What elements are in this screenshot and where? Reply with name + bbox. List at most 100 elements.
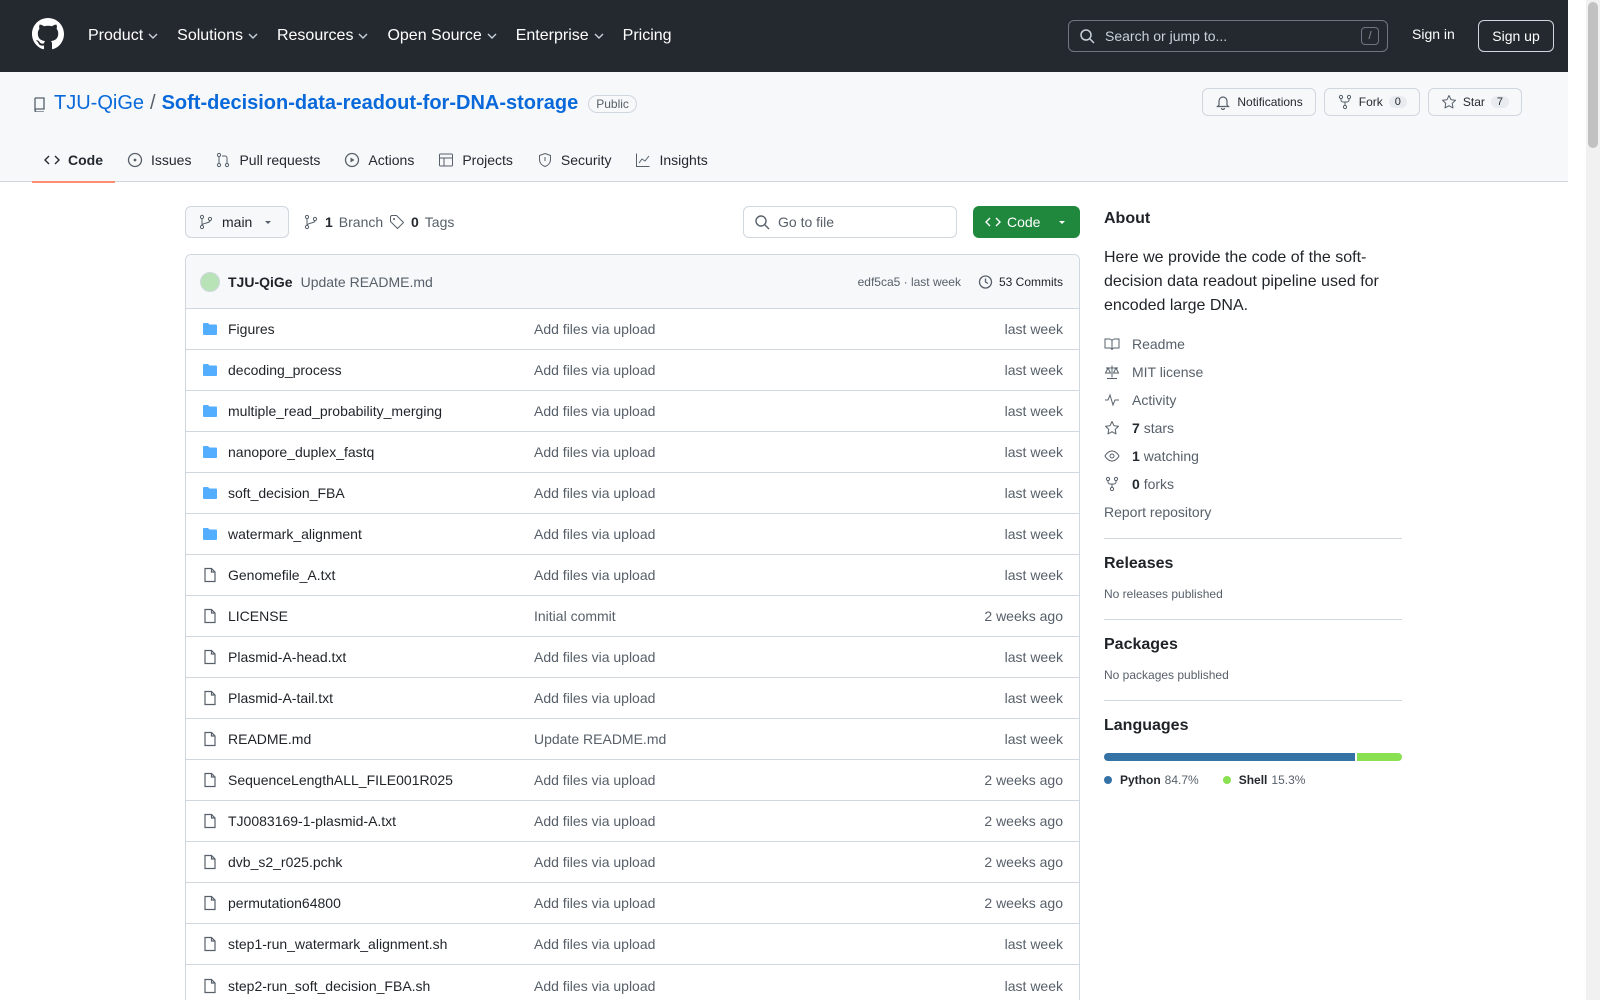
file-commit-message[interactable]: Add files via upload [534,567,1005,583]
file-row[interactable]: Plasmid-A-head.txt Add files via upload la… [186,637,1079,678]
file-name-link[interactable]: SequenceLengthALL_FILE001R025 [228,772,453,788]
nav-resources[interactable]: Resources [277,27,369,45]
file-name-link[interactable]: README.md [228,731,311,747]
commit-message[interactable]: Update README.md [301,274,858,290]
tab-projects[interactable]: Projects [426,138,525,182]
scrollbar-thumb[interactable] [1588,2,1598,148]
file-name-link[interactable]: decoding_process [228,362,342,378]
file-row[interactable]: LICENSE Initial commit 2 weeks ago [186,596,1079,637]
global-search-input[interactable]: Search or jump to... / [1068,20,1388,52]
file-commit-message[interactable]: Add files via upload [534,978,1005,994]
file-icon [204,690,216,706]
file-commit-message[interactable]: Initial commit [534,608,984,624]
file-commit-message[interactable]: Add files via upload [534,895,984,911]
commit-author[interactable]: TJU-QiGe [228,274,293,290]
code-dropdown-button[interactable]: Code [973,206,1080,238]
file-commit-message[interactable]: Add files via upload [534,854,984,870]
file-name-link[interactable]: Plasmid-A-head.txt [228,649,346,665]
file-row[interactable]: TJ0083169-1-plasmid-A.txt Add files via u… [186,801,1079,842]
file-name-link[interactable]: watermark_alignment [228,526,362,542]
file-commit-message[interactable]: Add files via upload [534,936,1005,952]
notifications-button[interactable]: Notifications [1202,88,1316,116]
file-commit-message[interactable]: Add files via upload [534,813,984,829]
file-name-link[interactable]: Plasmid-A-tail.txt [228,690,333,706]
file-row[interactable]: Genomefile_A.txt Add files via upload last… [186,555,1079,596]
nav-product[interactable]: Product [88,27,159,45]
file-commit-message[interactable]: Add files via upload [534,362,1005,378]
file-commit-message[interactable]: Add files via upload [534,526,1005,542]
file-row[interactable]: step2-run_soft_decision_FBA.sh Add files … [186,965,1079,1000]
commits-link[interactable]: 53 Commits [977,274,1063,290]
forks-link[interactable]: 0 forks [1104,476,1402,492]
file-name-link[interactable]: step2-run_soft_decision_FBA.sh [228,978,430,994]
file-name-link[interactable]: soft_decision_FBA [228,485,345,501]
file-commit-message[interactable]: Add files via upload [534,444,1005,460]
file-row[interactable]: Plasmid-A-tail.txt Add files via upload la… [186,678,1079,719]
tab-pull-requests[interactable]: Pull requests [203,138,332,182]
file-name-link[interactable]: dvb_s2_r025.pchk [228,854,342,870]
sign-in-link[interactable]: Sign in [1412,26,1455,42]
github-logo-icon[interactable] [32,18,64,50]
repo-name-link[interactable]: Soft-decision-data-readout-for-DNA-stora… [162,92,579,115]
star-button[interactable]: Star 7 [1427,88,1522,116]
avatar[interactable] [200,271,220,292]
branches-link[interactable]: 1 Branch [303,214,383,230]
file-commit-message[interactable]: Add files via upload [534,772,984,788]
file-name-link[interactable]: LICENSE [228,608,288,624]
releases-heading[interactable]: Releases [1104,555,1402,573]
tab-code[interactable]: Code [32,138,115,183]
tab-security[interactable]: Security [525,138,624,182]
report-repository-link[interactable]: Report repository [1104,504,1402,520]
language-legend-item[interactable]: Shell 15.3% [1222,773,1305,787]
file-commit-message[interactable]: Add files via upload [534,403,1005,419]
file-row[interactable]: multiple_read_probability_merging Add fil… [186,391,1079,432]
file-commit-message[interactable]: Add files via upload [534,485,1005,501]
file-row[interactable]: dvb_s2_r025.pchk Add files via upload 2 we… [186,842,1079,883]
watching-link[interactable]: 1 watching [1104,448,1402,464]
file-name-link[interactable]: TJ0083169-1-plasmid-A.txt [228,813,396,829]
file-name-link[interactable]: multiple_read_probability_merging [228,403,442,419]
file-name-link[interactable]: step1-run_watermark_alignment.sh [228,936,447,952]
file-commit-message[interactable]: Add files via upload [534,321,1005,337]
tab-actions[interactable]: Actions [332,138,426,182]
readme-link[interactable]: Readme [1104,336,1402,352]
file-commit-message[interactable]: Add files via upload [534,649,1005,665]
repo-owner-link[interactable]: TJU-QiGe [54,92,144,115]
nav-open-source[interactable]: Open Source [387,27,497,45]
file-row[interactable]: SequenceLengthALL_FILE001R025 Add files v… [186,760,1079,801]
activity-link[interactable]: Activity [1104,392,1402,408]
file-row[interactable]: decoding_process Add files via upload last… [186,350,1079,391]
nav-pricing[interactable]: Pricing [623,27,672,45]
file-name-cell: nanopore_duplex_fastq [202,444,534,460]
go-to-file-input[interactable]: Go to file [743,206,957,238]
file-row[interactable]: soft_decision_FBA Add files via upload las… [186,473,1079,514]
file-name-link[interactable]: Figures [228,321,275,337]
tab-issues[interactable]: Issues [115,138,203,182]
file-row[interactable]: permutation64800 Add files via upload 2 we… [186,883,1079,924]
nav-enterprise[interactable]: Enterprise [516,27,605,45]
file-name-link[interactable]: nanopore_duplex_fastq [228,444,374,460]
file-commit-date: last week [1004,444,1063,460]
file-name-link[interactable]: permutation64800 [228,895,341,911]
file-commit-message[interactable]: Add files via upload [534,690,1005,706]
file-commit-message[interactable]: Update README.md [534,731,1005,747]
tab-insights[interactable]: Insights [623,138,719,182]
language-legend-item[interactable]: Python 84.7% [1104,773,1199,787]
stars-link[interactable]: 7 stars [1104,420,1402,436]
nav-solutions[interactable]: Solutions [177,27,259,45]
fork-button[interactable]: Fork 0 [1323,88,1420,116]
license-link[interactable]: MIT license [1104,364,1402,380]
file-row[interactable]: nanopore_duplex_fastq Add files via uploa… [186,432,1079,473]
sign-up-button[interactable]: Sign up [1478,20,1554,52]
tags-link[interactable]: 0 Tags [389,214,454,230]
branch-selector[interactable]: main [185,206,290,238]
file-row[interactable]: step1-run_watermark_alignment.sh Add file… [186,924,1079,965]
file-name-link[interactable]: Genomefile_A.txt [228,567,335,583]
file-icon [204,567,216,583]
page-scrollbar[interactable] [1586,0,1600,1000]
packages-heading[interactable]: Packages [1104,636,1402,654]
file-row[interactable]: Figures Add files via upload last week [186,309,1079,350]
file-row[interactable]: watermark_alignment Add files via upload l… [186,514,1079,555]
commit-hash-time[interactable]: edf5ca5 · last week [858,275,961,289]
file-row[interactable]: README.md Update README.md last week [186,719,1079,760]
